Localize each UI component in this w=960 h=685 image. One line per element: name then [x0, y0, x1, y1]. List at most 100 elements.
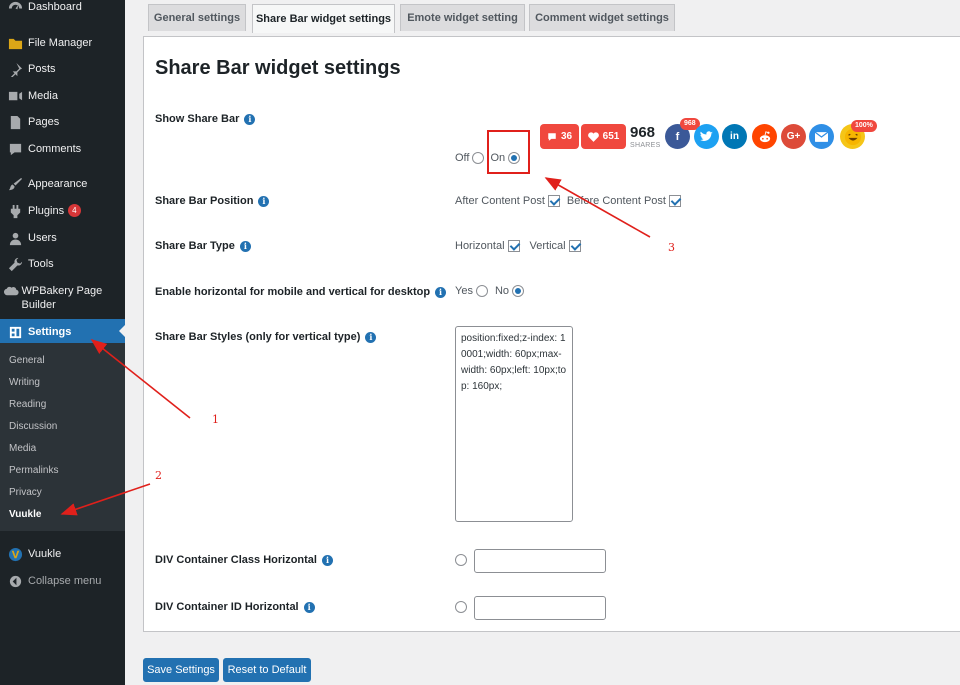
horizontal-checkbox[interactable] [507, 240, 520, 252]
paintbrush-icon [0, 177, 28, 192]
submenu-discussion[interactable]: Discussion [9, 421, 57, 432]
sidebar-item-users[interactable]: Users [0, 231, 125, 246]
after-content-label: After Content Post [455, 195, 545, 207]
share-bar-position-options: After Content Post Before Content Post [455, 195, 681, 207]
sidebar-item-label: Media [28, 90, 58, 102]
submenu-writing[interactable]: Writing [9, 377, 40, 388]
save-settings-button[interactable]: Save Settings [143, 658, 219, 682]
info-icon[interactable]: i [303, 601, 315, 613]
submenu-privacy[interactable]: Privacy [9, 487, 42, 498]
heart-icon [587, 131, 599, 142]
vuukle-logo-icon [0, 547, 28, 562]
after-content-checkbox[interactable] [547, 195, 560, 207]
sidebar-item-wpbakery[interactable]: WPBakery Page Builder [0, 284, 110, 312]
container-id-input[interactable] [474, 596, 606, 620]
plugins-update-badge: 4 [68, 204, 81, 217]
sidebar-item-media[interactable]: Media [0, 89, 125, 104]
container-id-radio[interactable] [455, 601, 467, 613]
google-plus-share-icon[interactable]: G+ [781, 124, 806, 149]
annotation-label-2: 2 [155, 469, 162, 482]
sidebar-item-label: File Manager [28, 37, 93, 49]
container-class-radio[interactable] [455, 554, 467, 566]
sidebar-item-pages[interactable]: Pages [0, 115, 125, 130]
email-share-icon[interactable] [809, 124, 834, 149]
container-class-horizontal-label: DIV Container Class Horizontal i [155, 554, 333, 566]
yes-radio[interactable] [475, 285, 488, 297]
off-radio[interactable] [472, 152, 485, 164]
sidebar-item-label: Collapse menu [28, 575, 102, 587]
share-bar-position-label: Share Bar Position i [155, 195, 270, 207]
tab-comment-settings[interactable]: Comment widget settings [529, 4, 675, 31]
plugin-icon [0, 204, 28, 219]
annotation-highlight-box [487, 130, 530, 174]
sidebar-item-vuukle[interactable]: Vuukle [0, 547, 125, 562]
emote-percent-badge: 100% [851, 120, 877, 132]
sidebar-item-label: Comments [28, 143, 82, 155]
twitter-share-icon[interactable] [694, 124, 719, 149]
media-icon [0, 89, 28, 104]
collapse-icon [0, 574, 28, 589]
sidebar-item-label: Vuukle [28, 548, 62, 560]
submenu-reading[interactable]: Reading [9, 399, 46, 410]
sidebar-item-settings[interactable]: Settings [0, 325, 125, 340]
info-icon[interactable]: i [321, 554, 333, 566]
sidebar-item-plugins[interactable]: Plugins 4 [0, 204, 125, 219]
submenu-general[interactable]: General [9, 355, 45, 366]
mobile-desktop-label: Enable horizontal for mobile and vertica… [155, 286, 447, 298]
sidebar-item-label: Users [28, 232, 57, 244]
sidebar-item-dashboard[interactable]: Dashboard [0, 0, 125, 15]
row-label-text: DIV Container ID Horizontal [155, 601, 299, 613]
submenu-permalinks[interactable]: Permalinks [9, 465, 58, 476]
share-bar-type-label: Share Bar Type i [155, 240, 251, 252]
reset-to-default-button[interactable]: Reset to Default [223, 658, 311, 682]
vertical-label: Vertical [529, 240, 566, 252]
google-plus-label: G+ [786, 131, 801, 142]
submenu-media[interactable]: Media [9, 443, 36, 454]
share-bar-styles-textarea[interactable]: position:fixed;z-index: 10001;width: 60p… [455, 326, 573, 522]
sidebar-item-file-manager[interactable]: File Manager [0, 36, 125, 51]
sidebar-item-tools[interactable]: Tools [0, 257, 125, 272]
page-title: Share Bar widget settings [155, 57, 401, 79]
reddit-share-icon[interactable] [752, 124, 777, 149]
sidebar-item-posts[interactable]: Posts [0, 62, 125, 77]
dashboard-icon [0, 0, 28, 15]
annotation-label-1: 1 [212, 413, 219, 426]
tab-general-settings[interactable]: General settings [148, 4, 246, 31]
show-share-bar-label: Show Share Bar i [155, 113, 256, 125]
share-bar-type-options: Horizontal Vertical [455, 240, 581, 252]
sidebar-item-comments[interactable]: Comments [0, 142, 125, 157]
info-icon[interactable]: i [435, 286, 447, 298]
sidebar-item-label: WPBakery Page Builder [21, 285, 103, 311]
row-label-text: Show Share Bar [155, 113, 240, 125]
info-icon[interactable]: i [239, 240, 251, 252]
before-content-checkbox[interactable] [668, 195, 681, 207]
comments-count: 36 [560, 131, 573, 142]
linkedin-share-icon[interactable]: in [722, 124, 747, 149]
settings-icon [0, 325, 28, 340]
container-class-input[interactable] [474, 549, 606, 573]
no-radio[interactable] [512, 285, 525, 297]
tab-emote-settings[interactable]: Emote widget setting [400, 4, 525, 31]
row-label-text: Enable horizontal for mobile and vertica… [155, 286, 431, 298]
yes-label: Yes [455, 285, 473, 297]
submenu-vuukle[interactable]: Vuukle [9, 509, 41, 520]
info-icon[interactable]: i [365, 331, 377, 343]
info-icon[interactable]: i [258, 195, 270, 207]
envelope-icon [815, 131, 828, 142]
collapse-menu-button[interactable]: Collapse menu [0, 574, 125, 589]
tab-share-bar-settings[interactable]: Share Bar widget settings [252, 4, 395, 33]
sidebar-item-appearance[interactable]: Appearance [0, 177, 125, 192]
row-label-text: Share Bar Position [155, 195, 254, 207]
sidebar-item-label: Pages [28, 116, 60, 128]
share-bar-styles-label: Share Bar Styles (only for vertical type… [155, 331, 377, 343]
vertical-checkbox[interactable] [568, 240, 581, 252]
reddit-alien-icon [759, 130, 770, 142]
likes-count: 651 [602, 131, 620, 142]
likes-count-pill: 651 [581, 124, 626, 149]
info-icon[interactable]: i [244, 113, 256, 125]
folder-icon [0, 36, 28, 51]
row-label-text: Share Bar Type [155, 240, 235, 252]
sidebar-item-label: Tools [28, 258, 54, 270]
comment-bubble-icon [548, 132, 556, 141]
annotation-label-3: 3 [668, 241, 675, 254]
